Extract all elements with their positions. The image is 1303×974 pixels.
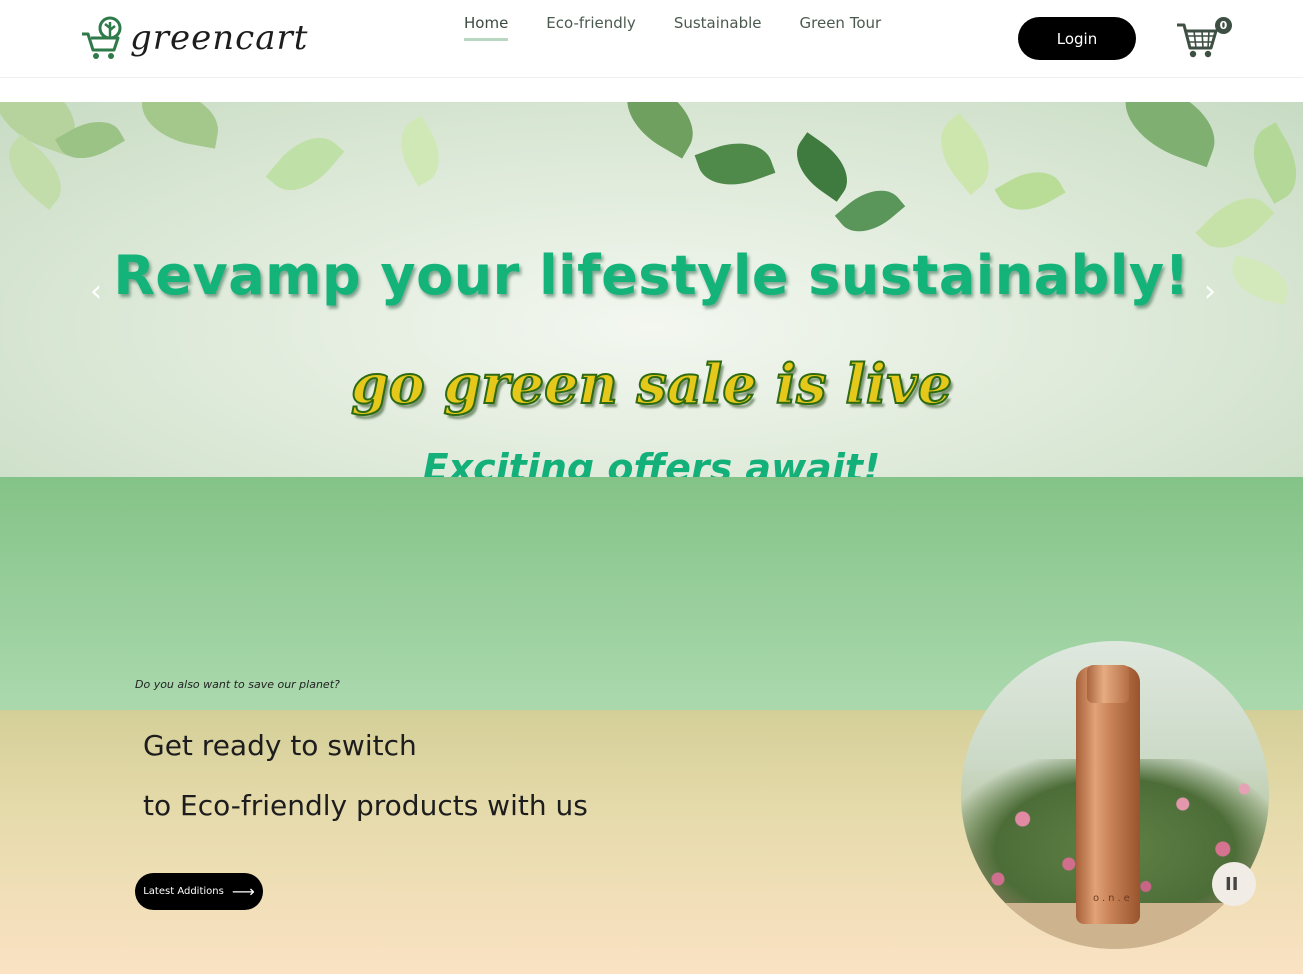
brand-logo[interactable]: greencart [80,16,308,60]
leaf-decoration [694,131,776,197]
bottle-cap [1087,665,1129,703]
nav-item-green-tour[interactable]: Green Tour [800,14,882,41]
leaf-decoration [1112,102,1228,168]
promo-section: Do you also want to save our planet? Get… [0,477,1303,974]
hero-offers-text: Exciting offers await! [422,446,881,477]
leaf-decoration [784,132,860,202]
bottle-brand-text: o.n.e [1093,893,1133,904]
nav-item-home[interactable]: Home [464,14,509,41]
nav-item-eco-friendly[interactable]: Eco-friendly [546,14,636,41]
promo-headline-line-two: to Eco-friendly products with us [143,789,588,822]
main-nav: Home Eco-friendly Sustainable Green Tour [464,14,919,41]
latest-additions-button[interactable]: Latest Additions ⟶ [135,873,263,910]
promo-headline-line-one: Get ready to switch [143,729,417,762]
leaf-decoration [136,102,224,149]
leaf-decoration [388,115,452,187]
leaf-decoration [1239,122,1303,204]
shopping-cart-icon [1177,23,1218,58]
leaf-decoration [265,123,345,205]
nav-item-sustainable[interactable]: Sustainable [674,14,762,41]
leaf-decoration [925,113,1005,195]
hero-title: Revamp your lifestyle sustainably! [113,244,1190,307]
cart-button[interactable]: 0 [1176,16,1234,60]
hero-sale-text: go green sale is live [350,351,953,417]
site-header: greencart Home Eco-friendly Sustainable … [0,0,1303,78]
latest-additions-label: Latest Additions [143,886,224,897]
login-button[interactable]: Login [1018,17,1136,60]
hero-carousel: ‹ › Revamp your lifestyle sustainably! g… [0,102,1303,477]
pause-icon[interactable]: II [1212,862,1256,906]
cart-count-badge: 0 [1215,17,1232,34]
leaf-decoration [612,102,708,159]
brand-name: greencart [130,18,309,58]
leaf-decoration [994,159,1066,223]
promo-question: Do you also want to save our planet? [135,678,340,691]
cart-tree-logo-icon [82,16,122,59]
arrow-right-icon: ⟶ [231,882,255,901]
